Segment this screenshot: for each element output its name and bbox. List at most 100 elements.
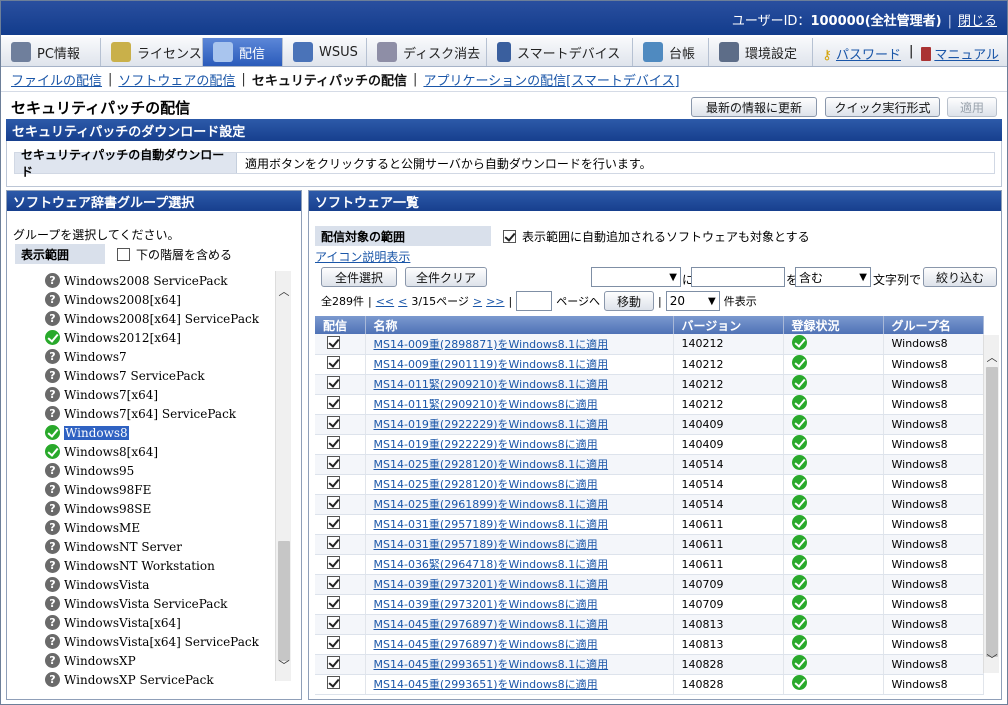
delivery-checkbox[interactable]: [327, 496, 340, 509]
software-name-link[interactable]: MS14-019重(2922229)をWindows8.1に適用: [374, 418, 609, 431]
software-name-link[interactable]: MS14-025重(2961899)をWindows8.1に適用: [374, 498, 609, 511]
tree-node[interactable]: ? Windows7 ServicePack: [45, 366, 275, 385]
first-page-link[interactable]: <<: [376, 295, 394, 308]
tree-node-label[interactable]: WindowsVista[x64] ServicePack: [64, 635, 259, 649]
subnav-app-delivery[interactable]: アプリケーションの配信[スマートデバイス]: [423, 70, 679, 89]
tab-disk-erase[interactable]: ディスク消去: [367, 38, 487, 66]
tree-node-label[interactable]: WindowsXP ServicePack: [64, 673, 214, 687]
scroll-down-icon[interactable]: ﹀: [984, 651, 1000, 667]
software-name-link[interactable]: MS14-009重(2898871)をWindows8.1に適用: [374, 338, 609, 351]
filter-button[interactable]: 絞り込む: [923, 267, 997, 287]
tree-node-label[interactable]: Windows2012[x64]: [64, 331, 181, 345]
tree-node-label[interactable]: WindowsME: [64, 521, 140, 535]
col-version[interactable]: バージョン: [673, 316, 784, 334]
clear-all-button[interactable]: 全件クリア: [405, 267, 487, 287]
password-link[interactable]: パスワード: [836, 48, 901, 63]
tab-license[interactable]: ライセンス: [101, 38, 203, 66]
tree-node[interactable]: Windows8[x64]: [45, 442, 275, 461]
prev-page-link[interactable]: <: [398, 295, 407, 308]
tree-node-label[interactable]: Windows2008[x64]: [64, 293, 181, 307]
tree-node-label[interactable]: Windows8: [64, 425, 129, 440]
tree-node[interactable]: ? Windows2008[x64]: [45, 290, 275, 309]
tree-node[interactable]: ? WindowsNT Server: [45, 537, 275, 556]
tab-smart-device[interactable]: スマートデバイス: [487, 38, 633, 66]
col-status[interactable]: 登録状況: [783, 316, 884, 334]
last-page-link[interactable]: >>: [486, 295, 504, 308]
tree-node-label[interactable]: Windows98FE: [64, 483, 151, 497]
software-name-link[interactable]: MS14-039重(2973201)をWindows8.1に適用: [374, 578, 609, 591]
scroll-thumb[interactable]: [278, 541, 290, 661]
delivery-checkbox[interactable]: [327, 436, 340, 449]
tree-node-label[interactable]: WindowsNT Workstation: [64, 559, 215, 573]
manual-link[interactable]: マニュアル: [934, 48, 999, 63]
tree-node-label[interactable]: WindowsVista ServicePack: [64, 597, 227, 611]
delivery-checkbox[interactable]: [327, 476, 340, 489]
tree-node-label[interactable]: Windows2008 ServicePack: [64, 274, 228, 288]
tree-node[interactable]: ? Windows7[x64] ServicePack: [45, 404, 275, 423]
tree-node[interactable]: ? Windows95: [45, 461, 275, 480]
scope-checkbox[interactable]: [503, 229, 516, 243]
apply-button[interactable]: 適用: [947, 97, 997, 117]
software-name-link[interactable]: MS14-039重(2973201)をWindows8に適用: [374, 598, 598, 611]
tree-node-label[interactable]: Windows98SE: [64, 502, 151, 516]
tree-node-label[interactable]: WindowsNT Server: [64, 540, 182, 554]
delivery-checkbox[interactable]: [327, 516, 340, 529]
delivery-checkbox[interactable]: [327, 596, 340, 609]
filter-field-select[interactable]: ▼: [591, 267, 681, 287]
software-name-link[interactable]: MS14-009重(2901119)をWindows8.1に適用: [374, 358, 609, 371]
tree-node[interactable]: ? WindowsME: [45, 518, 275, 537]
select-all-button[interactable]: 全件選択: [321, 267, 397, 287]
tree-node[interactable]: ? Windows2008 ServicePack: [45, 271, 275, 290]
tree-node[interactable]: ? Windows7: [45, 347, 275, 366]
goto-page-input[interactable]: [516, 291, 553, 311]
software-name-link[interactable]: MS14-025重(2928120)をWindows8に適用: [374, 478, 598, 491]
software-name-link[interactable]: MS14-025重(2928120)をWindows8.1に適用: [374, 458, 609, 471]
delivery-checkbox[interactable]: [327, 616, 340, 629]
filter-text-input[interactable]: [691, 267, 785, 287]
refresh-button[interactable]: 最新の情報に更新: [691, 97, 817, 117]
delivery-checkbox[interactable]: [327, 576, 340, 589]
software-name-link[interactable]: MS14-045重(2993651)をWindows8に適用: [374, 678, 598, 691]
tree-node[interactable]: ? WindowsVista: [45, 575, 275, 594]
tree-node[interactable]: ? Windows98SE: [45, 499, 275, 518]
software-name-link[interactable]: MS14-031重(2957189)をWindows8に適用: [374, 538, 598, 551]
tree-node[interactable]: ? Windows98FE: [45, 480, 275, 499]
tree-node[interactable]: ? WindowsVista[x64]: [45, 613, 275, 632]
tab-delivery[interactable]: 配信: [203, 38, 283, 66]
tree-node[interactable]: Windows2012[x64]: [45, 328, 275, 347]
tree-node-label[interactable]: Windows8[x64]: [64, 445, 158, 459]
software-name-link[interactable]: MS14-045重(2976897)をWindows8.1に適用: [374, 618, 609, 631]
tree-node[interactable]: ? WindowsNT Workstation: [45, 556, 275, 575]
tree-node-label[interactable]: WindowsVista[x64]: [64, 616, 181, 630]
include-lower-checkbox[interactable]: [117, 247, 130, 261]
software-name-link[interactable]: MS14-011緊(2909210)をWindows8.1に適用: [374, 378, 609, 391]
tree-node[interactable]: Windows8: [45, 423, 275, 442]
software-name-link[interactable]: MS14-036緊(2964718)をWindows8.1に適用: [374, 558, 609, 571]
tree-node[interactable]: ? WindowsXP: [45, 651, 275, 670]
scroll-thumb[interactable]: [986, 367, 998, 657]
software-name-link[interactable]: MS14-019重(2922229)をWindows8に適用: [374, 438, 598, 451]
tree-node-label[interactable]: Windows2008[x64] ServicePack: [64, 312, 259, 326]
filter-mode-select[interactable]: 含む ▼: [795, 267, 871, 287]
col-group[interactable]: グループ名: [883, 316, 984, 334]
icon-legend-link[interactable]: アイコン説明表示: [315, 248, 410, 265]
tab-settings[interactable]: 環境設定: [709, 38, 813, 66]
delivery-checkbox[interactable]: [327, 656, 340, 669]
delivery-checkbox[interactable]: [327, 636, 340, 649]
software-name-link[interactable]: MS14-045重(2976897)をWindows8に適用: [374, 638, 598, 651]
delivery-checkbox[interactable]: [327, 536, 340, 549]
scroll-down-icon[interactable]: ﹀: [276, 657, 292, 673]
quick-exec-button[interactable]: クイック実行形式: [825, 97, 940, 117]
software-table-scrollbar[interactable]: ︿ ﹀: [983, 335, 999, 673]
next-page-link[interactable]: >: [473, 295, 482, 308]
tree-node-label[interactable]: Windows95: [64, 464, 134, 478]
tab-pc-info[interactable]: PC情報: [1, 38, 101, 66]
delivery-checkbox[interactable]: [327, 335, 340, 349]
tree-node-label[interactable]: Windows7[x64] ServicePack: [64, 407, 236, 421]
delivery-checkbox[interactable]: [327, 396, 340, 409]
per-page-select[interactable]: 20 ▼: [665, 291, 720, 311]
tree-node-label[interactable]: WindowsVista: [64, 578, 149, 592]
col-name[interactable]: 名称: [365, 316, 674, 334]
delivery-checkbox[interactable]: [327, 416, 340, 429]
tab-ledger[interactable]: 台帳: [633, 38, 709, 66]
